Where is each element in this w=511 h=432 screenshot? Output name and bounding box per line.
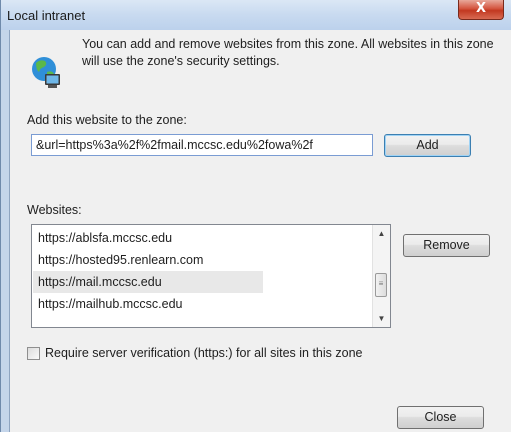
scroll-thumb[interactable]: ≡ xyxy=(375,273,387,297)
remove-button[interactable]: Remove xyxy=(403,234,490,257)
websites-list[interactable]: https://ablsfa.mccsc.edu https://hosted9… xyxy=(31,224,391,328)
list-item-selected[interactable]: https://mail.mccsc.edu xyxy=(33,271,263,293)
websites-label: Websites: xyxy=(27,203,82,217)
intro-text: You can add and remove websites from thi… xyxy=(82,37,494,68)
list-item[interactable]: https://mailhub.mccsc.edu xyxy=(38,293,183,315)
close-button[interactable]: Close xyxy=(397,406,484,429)
list-item[interactable]: https://hosted95.renlearn.com xyxy=(38,249,203,271)
list-scrollbar[interactable]: ▲ ≡ ▼ xyxy=(372,225,390,327)
require-verification-label[interactable]: Require server verification (https:) for… xyxy=(45,346,363,360)
window-title: Local intranet xyxy=(7,8,86,23)
dialog-body: You can add and remove websites from thi… xyxy=(9,30,511,432)
list-item[interactable]: https://ablsfa.mccsc.edu xyxy=(38,227,172,249)
window-close-button[interactable]: X xyxy=(458,0,504,20)
globe-computer-icon xyxy=(32,57,60,88)
scroll-down-arrow-icon[interactable]: ▼ xyxy=(373,310,390,327)
website-url-input[interactable]: &url=https%3a%2f%2fmail.mccsc.edu%2fowa%… xyxy=(31,134,373,156)
local-intranet-dialog: Local intranet X You can add and remove … xyxy=(0,0,511,432)
add-website-label: Add this website to the zone: xyxy=(27,113,187,127)
require-verification-checkbox[interactable] xyxy=(27,347,40,360)
title-bar[interactable]: Local intranet X xyxy=(1,0,511,30)
scroll-up-arrow-icon[interactable]: ▲ xyxy=(373,225,390,242)
add-button[interactable]: Add xyxy=(384,134,471,157)
